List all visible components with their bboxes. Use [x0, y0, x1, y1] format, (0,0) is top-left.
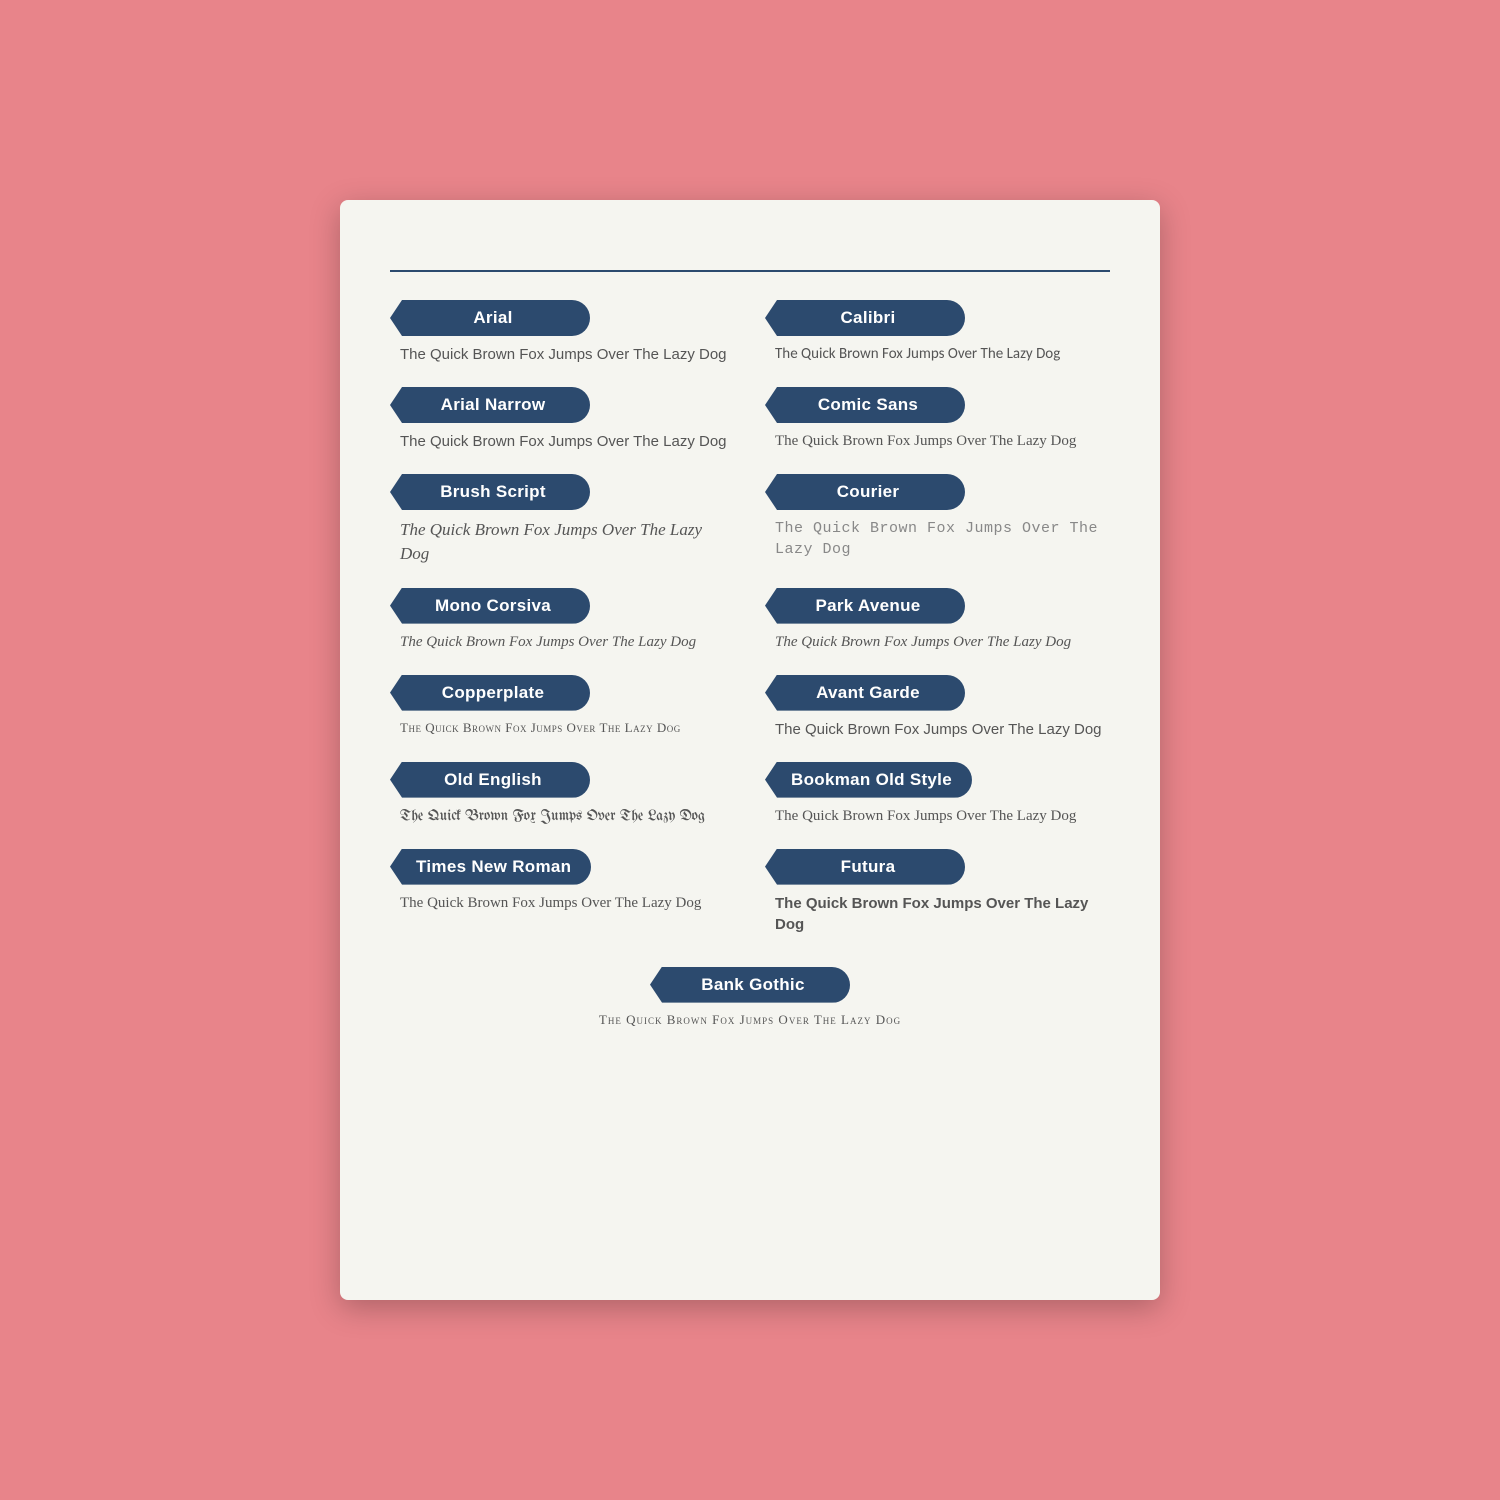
- font-banner: Park Avenue: [765, 588, 965, 624]
- font-item-right-3: Park Avenue The Quick Brown Fox Jumps Ov…: [765, 588, 1110, 653]
- font-sample: The Quick Brown Fox Jumps Over The Lazy …: [765, 806, 1110, 827]
- font-label: Bookman Old Style: [765, 762, 1110, 798]
- font-label: Mono Corsiva: [390, 588, 735, 624]
- font-sample: The Quick Brown Fox Jumps Over The Lazy …: [765, 893, 1110, 935]
- font-label: Futura: [765, 849, 1110, 885]
- font-label: Park Avenue: [765, 588, 1110, 624]
- font-banner: Bank Gothic: [650, 967, 850, 1003]
- font-label: Bank Gothic: [580, 967, 920, 1003]
- font-sample: The Quick Brown Fox Jumps Over The Lazy …: [765, 719, 1110, 740]
- font-label: Comic Sans: [765, 387, 1110, 423]
- font-item-left-5: Old English The Quick Brown Fox Jumps Ov…: [390, 762, 735, 827]
- font-item-right-2: Courier The Quick Brown Fox Jumps Over T…: [765, 474, 1110, 566]
- font-item-left-6: Times New Roman The Quick Brown Fox Jump…: [390, 849, 735, 935]
- font-item-left-1: Arial Narrow The Quick Brown Fox Jumps O…: [390, 387, 735, 452]
- font-banner: Arial Narrow: [390, 387, 590, 423]
- bottom-section: Bank Gothic The Quick Brown Fox Jumps Ov…: [390, 967, 1110, 1051]
- font-banner: Avant Garde: [765, 675, 965, 711]
- font-sample: The Quick Brown Fox Jumps Over The Lazy …: [580, 1011, 920, 1029]
- font-label: Calibri: [765, 300, 1110, 336]
- font-sample: The Quick Brown Fox Jumps Over The Lazy …: [765, 632, 1110, 653]
- font-item-right-6: Futura The Quick Brown Fox Jumps Over Th…: [765, 849, 1110, 935]
- font-sample: The Quick Brown Fox Jumps Over The Lazy …: [765, 344, 1110, 365]
- font-sample: The Quick Brown Fox Jumps Over The Lazy …: [390, 632, 735, 653]
- font-banner: Brush Script: [390, 474, 590, 510]
- font-banner: Comic Sans: [765, 387, 965, 423]
- font-banner: Futura: [765, 849, 965, 885]
- font-banner: Old English: [390, 762, 590, 798]
- font-item-left-4: Copperplate The Quick Brown Fox Jumps Ov…: [390, 675, 735, 740]
- font-item-left-0: Arial The Quick Brown Fox Jumps Over The…: [390, 300, 735, 365]
- font-banner: Times New Roman: [390, 849, 591, 885]
- fonts-grid: Arial The Quick Brown Fox Jumps Over The…: [390, 300, 1110, 957]
- font-label: Arial Narrow: [390, 387, 735, 423]
- font-label: Avant Garde: [765, 675, 1110, 711]
- font-item-right-0: Calibri The Quick Brown Fox Jumps Over T…: [765, 300, 1110, 365]
- font-label: Arial: [390, 300, 735, 336]
- font-banner: Bookman Old Style: [765, 762, 972, 798]
- font-item-right-5: Bookman Old Style The Quick Brown Fox Ju…: [765, 762, 1110, 827]
- font-item-right-4: Avant Garde The Quick Brown Fox Jumps Ov…: [765, 675, 1110, 740]
- font-sample: The Quick Brown Fox Jumps Over The Lazy …: [765, 431, 1110, 452]
- font-label: Copperplate: [390, 675, 735, 711]
- font-banner: Arial: [390, 300, 590, 336]
- poster: Arial The Quick Brown Fox Jumps Over The…: [340, 200, 1160, 1300]
- font-label: Times New Roman: [390, 849, 735, 885]
- font-item-bottom: Bank Gothic The Quick Brown Fox Jumps Ov…: [580, 967, 920, 1029]
- font-banner: Mono Corsiva: [390, 588, 590, 624]
- font-label: Old English: [390, 762, 735, 798]
- font-banner: Copperplate: [390, 675, 590, 711]
- font-sample: The Quick Brown Fox Jumps Over The Lazy …: [390, 431, 735, 452]
- font-sample: The Quick Brown Fox Jumps Over The Lazy …: [390, 806, 735, 827]
- font-banner: Calibri: [765, 300, 965, 336]
- font-sample: The Quick Brown Fox Jumps Over The Lazy …: [390, 893, 735, 914]
- font-banner: Courier: [765, 474, 965, 510]
- font-sample: The Quick Brown Fox Jumps Over The Lazy …: [390, 518, 735, 566]
- font-item-right-1: Comic Sans The Quick Brown Fox Jumps Ove…: [765, 387, 1110, 452]
- font-sample: The Quick Brown Fox Jumps Over The Lazy …: [390, 719, 735, 737]
- font-sample: The Quick Brown Fox Jumps Over The Lazy …: [765, 518, 1110, 560]
- font-item-left-2: Brush Script The Quick Brown Fox Jumps O…: [390, 474, 735, 566]
- font-label: Courier: [765, 474, 1110, 510]
- font-sample: The Quick Brown Fox Jumps Over The Lazy …: [390, 344, 735, 365]
- font-label: Brush Script: [390, 474, 735, 510]
- title-divider: [390, 270, 1110, 272]
- font-item-left-3: Mono Corsiva The Quick Brown Fox Jumps O…: [390, 588, 735, 653]
